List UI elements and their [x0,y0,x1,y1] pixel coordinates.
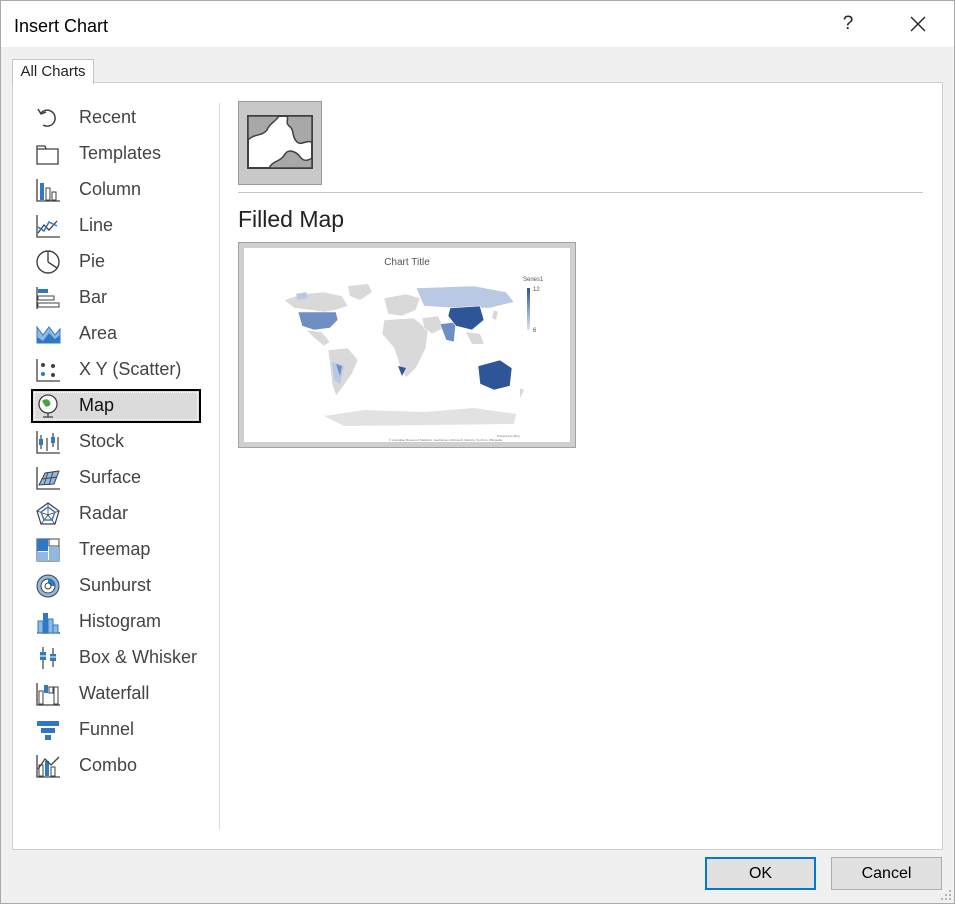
bar-chart-icon [36,287,60,309]
sidebar-item-box-whisker[interactable]: Box & Whisker [31,641,201,675]
cancel-button[interactable]: Cancel [831,857,942,890]
sidebar-item-label: Radar [79,503,129,523]
combo-chart-icon [36,755,60,778]
sidebar-item-label: Waterfall [79,683,150,703]
sidebar-item-bar[interactable]: Bar [31,281,201,315]
close-button[interactable] [901,9,935,39]
chart-preview-canvas: Chart Title Series1 12 6 Powered by Bing… [244,248,570,442]
sidebar-item-funnel[interactable]: Funnel [31,713,201,747]
sidebar-item-templates[interactable]: Templates [31,137,201,171]
sidebar-item-label: Surface [79,467,142,487]
sidebar-divider [219,103,220,830]
map-chart-icon [38,394,58,418]
sidebar-item-label: Column [79,179,142,199]
sidebar-item-label: Histogram [79,611,162,631]
column-chart-icon [36,179,60,202]
sidebar-item-label: Combo [79,755,138,775]
insert-chart-dialog: Insert Chart ? All Charts Recent Templat… [0,0,955,904]
area-chart-icon [36,325,61,344]
histogram-chart-icon [37,613,60,634]
sidebar-item-treemap[interactable]: Treemap [31,533,201,567]
sunburst-chart-icon [36,574,60,598]
sidebar-item-sunburst[interactable]: Sunburst [31,569,201,603]
sidebar-item-label: Stock [79,431,125,451]
stock-chart-icon [36,431,60,454]
subtype-title: Filled Map [238,206,345,232]
sidebar-item-label: Templates [79,143,162,163]
sidebar-item-combo[interactable]: Combo [31,749,201,783]
sidebar-item-label: Bar [79,287,108,307]
sidebar-item-label: Funnel [79,719,135,739]
waterfall-chart-icon [36,683,60,706]
help-button[interactable]: ? [833,9,863,39]
recent-icon [37,108,56,127]
sidebar-item-stock[interactable]: Stock [31,425,201,459]
box-whisker-chart-icon [40,647,56,669]
sidebar-item-line[interactable]: Line [31,209,201,243]
sidebar-item-label: Recent [79,107,137,127]
sidebar-item-recent[interactable]: Recent [31,101,201,135]
sidebar-item-label: Treemap [79,539,151,559]
preview-legend-max: 12 [533,287,540,293]
templates-icon [36,145,59,165]
preview-legend-title: Series1 [523,277,544,283]
title-bar: Insert Chart ? [1,1,954,47]
funnel-chart-icon [37,721,59,740]
sidebar-item-radar[interactable]: Radar [31,497,201,531]
sidebar-item-map[interactable]: Map [31,389,201,423]
filled-map-icon [247,115,313,169]
sidebar-item-surface[interactable]: Surface [31,461,201,495]
sidebar-item-label: Pie [79,251,106,271]
filled-map-subtype-button[interactable] [238,101,322,185]
resize-grip-icon[interactable] [937,886,953,902]
radar-chart-icon [36,502,60,525]
sidebar-item-pie[interactable]: Pie [31,245,201,279]
sidebar-item-histogram[interactable]: Histogram [31,605,201,639]
world-map-preview [283,284,530,426]
sidebar-item-label: Area [79,323,118,343]
chart-panel: Recent Templates Column Line Pie Bar Are… [12,82,943,850]
sidebar-item-scatter[interactable]: X Y (Scatter) [31,353,201,387]
scatter-chart-icon [36,359,60,382]
sidebar-item-label: Map [79,395,115,415]
treemap-chart-icon [36,538,60,562]
sidebar-item-waterfall[interactable]: Waterfall [31,677,201,711]
sidebar-item-area[interactable]: Area [31,317,201,351]
sidebar-item-column[interactable]: Column [31,173,201,207]
line-chart-icon [36,215,60,238]
tab-all-charts[interactable]: All Charts [12,59,94,84]
sidebar-item-label: Line [79,215,114,235]
preview-legend-min: 6 [533,328,537,334]
chart-preview: Chart Title Series1 12 6 Powered by Bing… [238,242,576,448]
sidebar-item-label: Box & Whisker [79,647,198,667]
preview-credit-sources: © Australian Bureau of Statistics, GeoNa… [389,438,503,442]
dialog-title: Insert Chart [14,16,109,36]
close-icon [910,16,926,32]
pie-chart-icon [36,250,60,274]
sidebar-item-label: X Y (Scatter) [79,359,182,379]
subtype-divider [238,192,923,193]
surface-chart-icon [36,467,60,490]
ok-button[interactable]: OK [705,857,816,890]
sidebar-item-label: Sunburst [79,575,152,595]
